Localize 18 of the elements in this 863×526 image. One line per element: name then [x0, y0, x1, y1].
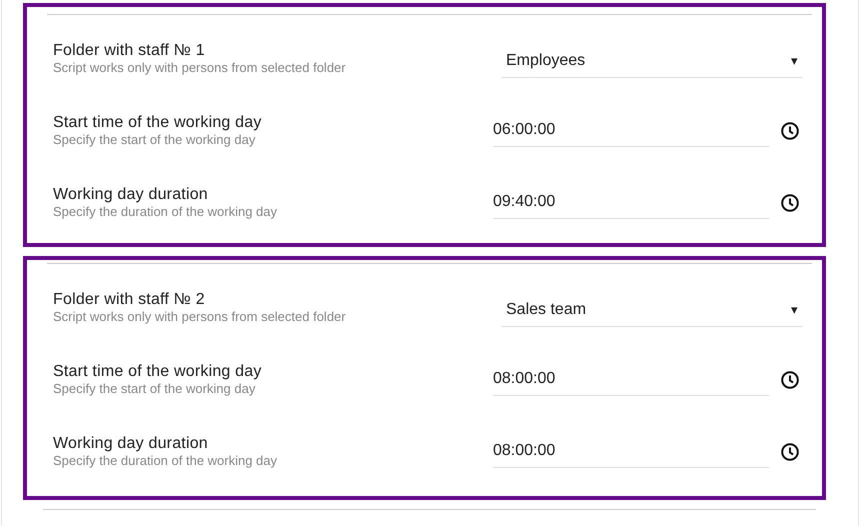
setting-hint: Specify the duration of the working day: [53, 204, 278, 220]
setting-label: Folder with staff № 2: [53, 290, 206, 309]
clock-icon[interactable]: [780, 120, 800, 140]
setting-label: Working day duration: [53, 185, 209, 204]
setting-label: Start time of the working day: [53, 362, 263, 381]
setting-label: Start time of the working day: [53, 113, 263, 132]
setting-hint: Script works only with persons from selected folder: [53, 309, 347, 325]
clock-icon[interactable]: [780, 370, 800, 390]
setting-hint: Script works only with persons from selected folder: [53, 60, 347, 76]
setting-label: Working day duration: [53, 434, 209, 453]
caret-icon: ▾: [791, 300, 798, 320]
caret-icon: ▾: [791, 51, 798, 71]
clock-icon[interactable]: [780, 192, 800, 212]
clock-icon[interactable]: [780, 442, 800, 462]
setting-hint: Specify the start of the working day: [53, 132, 256, 148]
setting-hint: Specify the start of the working day: [53, 381, 256, 397]
setting-hint: Specify the duration of the working day: [53, 453, 278, 469]
setting-label: Folder with staff № 1: [53, 41, 206, 60]
